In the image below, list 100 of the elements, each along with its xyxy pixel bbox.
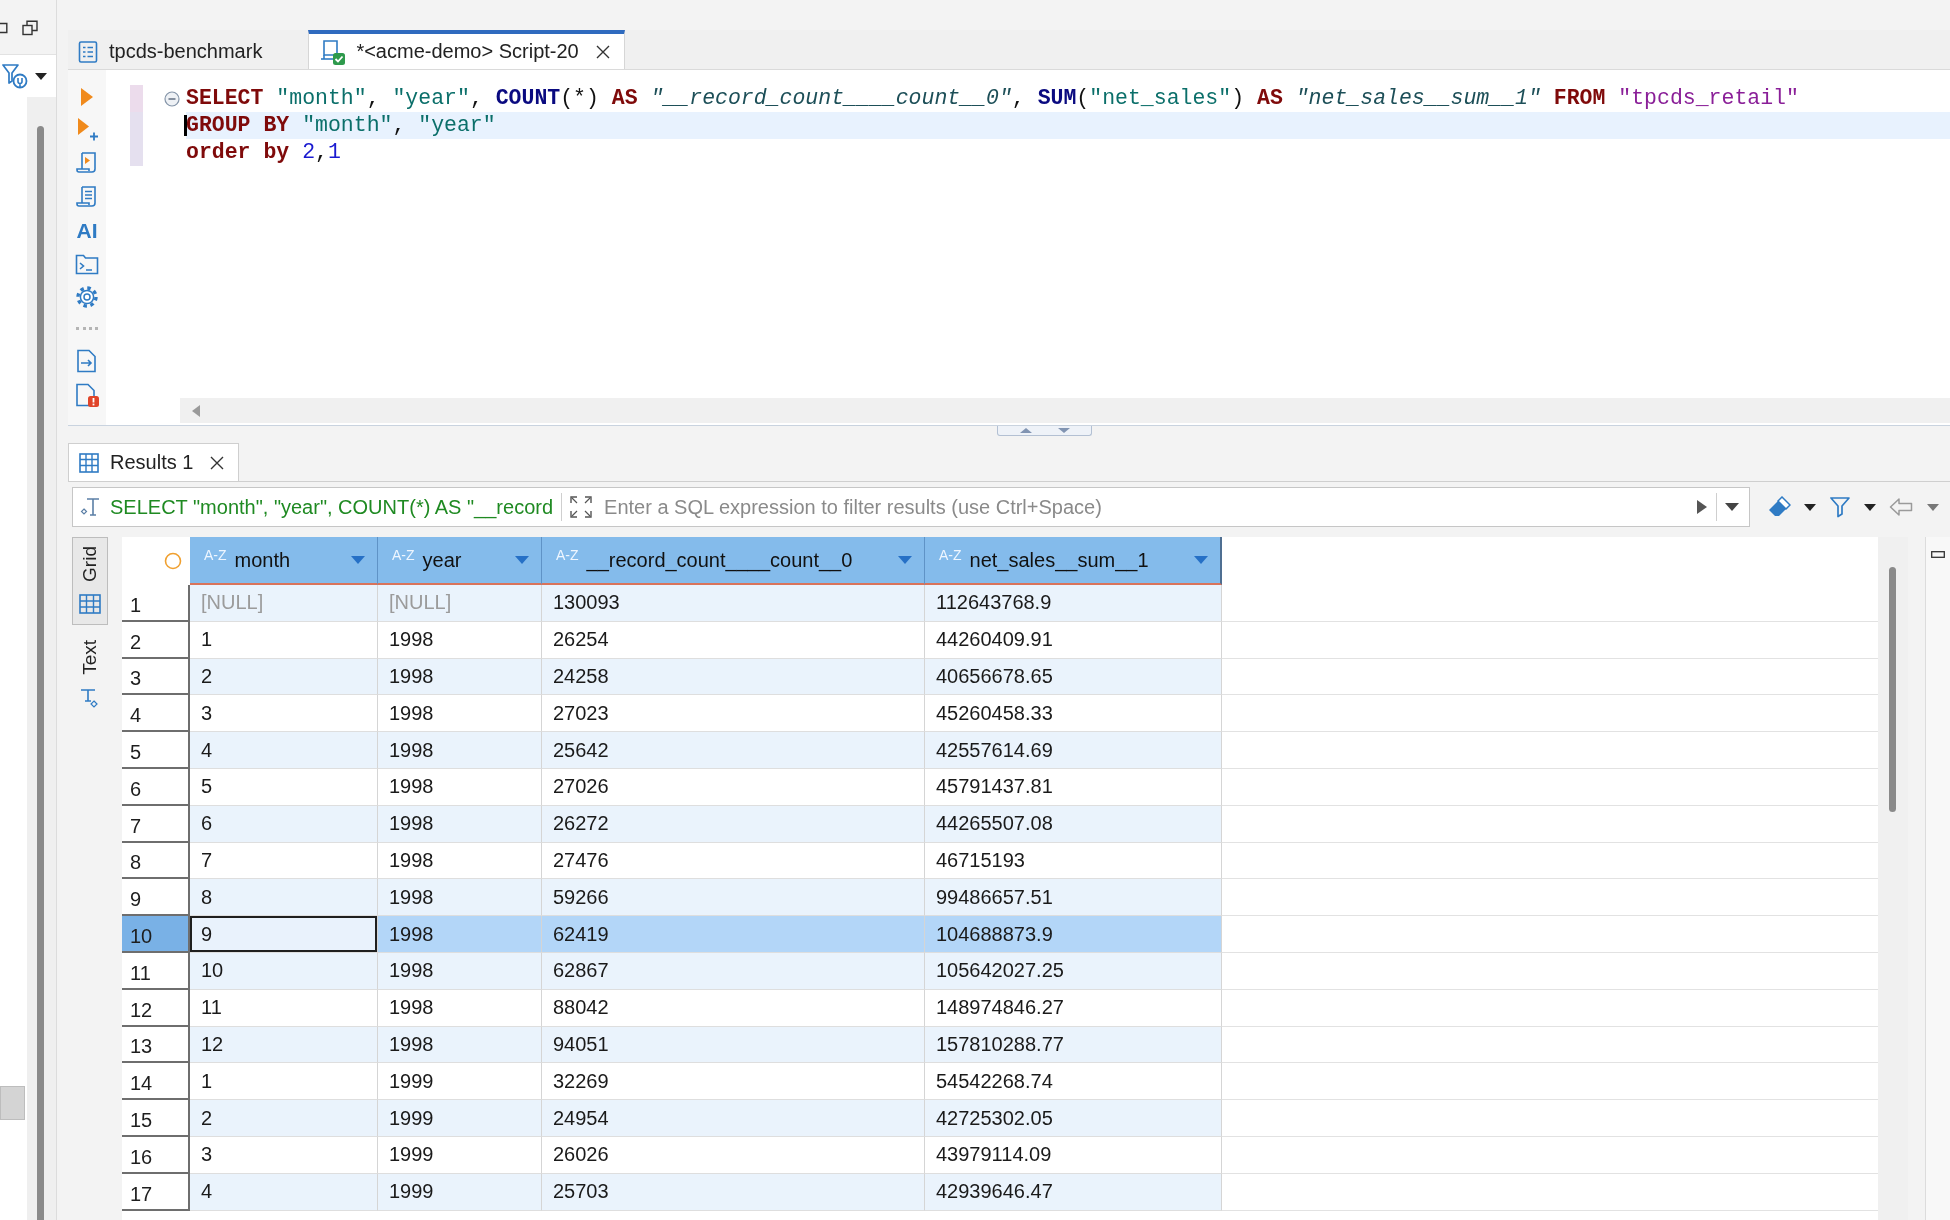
column-header[interactable]: A-Z year [378, 537, 542, 585]
table-cell: 24954 [542, 1100, 925, 1137]
collapse-icon[interactable] [164, 90, 180, 107]
caret-icon[interactable] [1804, 503, 1817, 511]
row-number[interactable]: 12 [122, 989, 190, 1027]
table-cell: 11 [190, 989, 378, 1027]
column-header[interactable]: A-Z month [190, 537, 378, 585]
vertical-scrollbar[interactable] [27, 97, 56, 1220]
table-cell: 27023 [542, 695, 925, 733]
table-cell: 1998 [378, 658, 542, 696]
table-cell: 10 [190, 952, 378, 990]
row-number[interactable]: 9 [122, 879, 190, 917]
row-number[interactable]: 5 [122, 732, 190, 769]
row-number[interactable]: 11 [122, 952, 190, 990]
row-number[interactable]: 16 [122, 1136, 190, 1174]
close-icon[interactable] [210, 455, 225, 470]
table-cell: 27026 [542, 769, 925, 806]
table-cell: 4 [190, 732, 378, 769]
row-number[interactable]: 6 [122, 769, 190, 806]
left-arrow-icon[interactable] [192, 404, 200, 417]
table-cell: 8 [190, 879, 378, 917]
splitter-handle[interactable] [997, 426, 1092, 436]
column-header[interactable]: A-Z __record_count____count__0 [542, 537, 925, 585]
row-number[interactable]: 1 [122, 585, 190, 622]
row-number[interactable]: 14 [122, 1063, 190, 1101]
table-cell: 9 [190, 916, 378, 953]
table-cell: 1999 [378, 1173, 542, 1211]
row-number[interactable]: 8 [122, 842, 190, 880]
script-icon[interactable] [75, 185, 99, 209]
table-cell: 1998 [378, 805, 542, 843]
row-number[interactable]: 17 [122, 1173, 190, 1211]
table-cell: 6 [190, 805, 378, 843]
view-tab[interactable]: Grid [72, 537, 108, 625]
caret-icon[interactable] [1725, 503, 1739, 511]
text-type-icon[interactable] [80, 496, 102, 518]
maximize-icon[interactable] [0, 22, 8, 34]
back-arrow-icon[interactable] [1889, 497, 1914, 517]
document-error-icon[interactable] [75, 383, 99, 407]
table-cell: 157810288.77 [925, 1026, 1222, 1064]
row-number[interactable]: 4 [122, 695, 190, 733]
table-cell: 2 [190, 658, 378, 696]
code-line: order by 2,1 [186, 139, 341, 166]
table-cell: 94051 [542, 1026, 925, 1064]
row-number[interactable]: 13 [122, 1026, 190, 1064]
scrollbar-thumb[interactable] [0, 1086, 25, 1120]
row-number[interactable]: 3 [122, 658, 190, 696]
table-cell: 88042 [542, 989, 925, 1027]
table-cell: 32269 [542, 1063, 925, 1101]
horizontal-scrollbar[interactable] [180, 398, 1950, 423]
scrollbar-thumb[interactable] [37, 126, 44, 1220]
table-cell: 59266 [542, 879, 925, 917]
play-icon[interactable] [1696, 499, 1708, 515]
ai-button[interactable]: AI [76, 219, 98, 243]
play-plus-icon[interactable] [75, 117, 99, 141]
table-cell: 1998 [378, 879, 542, 917]
view-tab[interactable]: Text [72, 630, 108, 720]
table-cell: 1999 [378, 1136, 542, 1174]
minimize-icon[interactable] [1931, 551, 1945, 558]
table-cell: 1998 [378, 621, 542, 659]
editor-tab[interactable]: *<acme-demo> Script-20 [308, 30, 625, 69]
table-cell: 62419 [542, 916, 925, 953]
row-number[interactable]: 15 [122, 1100, 190, 1137]
table-cell: 12 [190, 1026, 378, 1064]
editor-tab[interactable]: tpcds-benchmark [68, 30, 307, 69]
table-cell: 1998 [378, 769, 542, 806]
table-cell: 24258 [542, 658, 925, 696]
table-cell: 25642 [542, 732, 925, 769]
table-cell: 54542268.74 [925, 1063, 1222, 1101]
table-cell: [NULL] [378, 585, 542, 622]
table-cell: 130093 [542, 585, 925, 622]
row-number[interactable]: 7 [122, 805, 190, 843]
table-cell: 148974846.27 [925, 989, 1222, 1027]
table-cell: 3 [190, 695, 378, 733]
filter-plug-icon[interactable] [2, 63, 28, 89]
table-cell: 62867 [542, 952, 925, 990]
row-number[interactable]: 2 [122, 621, 190, 659]
table-cell: 99486657.51 [925, 879, 1222, 917]
terminal-folder-icon[interactable] [75, 253, 99, 275]
caret-icon[interactable] [1863, 503, 1876, 511]
column-header[interactable]: A-Z net_sales__sum__1 [925, 537, 1222, 585]
settings-icon[interactable] [75, 285, 99, 309]
table-cell: 1999 [378, 1063, 542, 1101]
table-cell: 104688873.9 [925, 916, 1222, 953]
filter-input[interactable]: Enter a SQL expression to filter results (use Ctrl+Space) [600, 490, 1688, 524]
results-tab[interactable]: Results 1 [68, 443, 240, 481]
row-number[interactable]: 10 [122, 916, 190, 953]
table-cell: 112643768.9 [925, 585, 1222, 622]
table-cell: 1998 [378, 989, 542, 1027]
ring-icon [164, 552, 182, 570]
filter-icon[interactable] [1830, 496, 1851, 518]
filter-bar[interactable]: SELECT "month", "year", COUNT(*) AS "__record Enter a SQL expression to filter results (use Ctrl+Space) [72, 487, 1750, 527]
table-cell: 1998 [378, 1026, 542, 1064]
close-icon[interactable] [595, 44, 610, 59]
restore-icon[interactable] [22, 20, 38, 36]
document-arrow-icon[interactable] [76, 349, 98, 373]
caret-icon[interactable] [35, 72, 47, 80]
expand-icon[interactable] [570, 496, 593, 518]
table-cell: 105642027.25 [925, 952, 1222, 990]
script-play-icon[interactable] [75, 151, 99, 175]
scrollbar-thumb[interactable] [1889, 567, 1896, 812]
